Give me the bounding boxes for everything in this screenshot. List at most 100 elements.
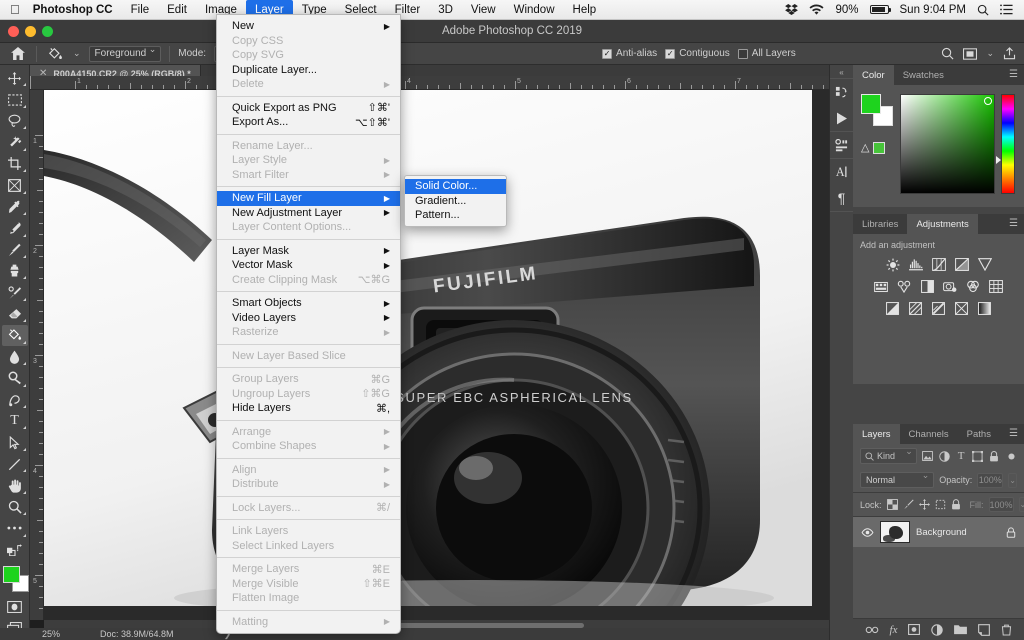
frame-tool[interactable] <box>2 175 28 195</box>
menu-item-video-layers[interactable]: Video Layers ▶ <box>217 311 400 326</box>
new-fill-layer-submenu[interactable]: Solid Color... Gradient... Pattern... <box>404 175 507 227</box>
adjustment-filter-icon[interactable] <box>939 450 951 462</box>
home-icon[interactable] <box>8 45 28 63</box>
smart-object-filter-icon[interactable] <box>989 450 1001 462</box>
workspace-icon[interactable] <box>963 47 978 60</box>
close-window-button[interactable] <box>8 26 19 37</box>
layer-style-icon[interactable]: fx <box>890 624 898 636</box>
brush-tool[interactable] <box>2 240 28 260</box>
healing-brush-tool[interactable] <box>2 218 28 238</box>
character-panel-icon[interactable]: A <box>831 159 853 185</box>
color-panel-swatches[interactable] <box>861 94 895 126</box>
layer-kind-filter[interactable]: Kind <box>860 446 917 464</box>
color-lookup-icon[interactable] <box>988 279 1004 294</box>
hue-slider[interactable] <box>996 94 1015 194</box>
lock-artboard-icon[interactable] <box>935 499 946 510</box>
document-image[interactable]: FUJIFILM X <box>44 90 812 606</box>
lock-icon[interactable] <box>1006 526 1016 538</box>
type-filter-icon[interactable]: T <box>955 450 967 462</box>
tab-paths[interactable]: Paths <box>957 424 1000 444</box>
eyedropper-tool[interactable] <box>2 197 28 217</box>
dodge-tool[interactable] <box>2 368 28 388</box>
posterize-icon[interactable] <box>908 301 924 316</box>
levels-icon[interactable] <box>908 257 924 272</box>
gamut-warning[interactable]: △ <box>861 141 886 154</box>
brightness-contrast-icon[interactable] <box>885 257 901 272</box>
fill-stepper[interactable]: ⌄ <box>1018 497 1024 512</box>
opacity-stepper[interactable]: ⌄ <box>1008 472 1017 488</box>
black-white-icon[interactable] <box>919 279 935 294</box>
eye-icon[interactable] <box>861 527 874 537</box>
pen-tool[interactable] <box>2 390 28 410</box>
link-layers-icon[interactable] <box>865 626 879 634</box>
zoom-level[interactable]: 25% <box>42 629 60 639</box>
properties-panel-icon[interactable] <box>831 132 853 158</box>
clock-label[interactable]: Sun 9:04 PM <box>900 2 966 18</box>
menu-item-layer-mask[interactable]: Layer Mask ▶ <box>217 244 400 259</box>
path-selection-tool[interactable] <box>2 432 28 452</box>
shape-filter-icon[interactable] <box>972 450 984 462</box>
photo-filter-icon[interactable] <box>942 279 958 294</box>
menu-file[interactable]: File <box>122 0 159 20</box>
marquee-tool[interactable] <box>2 89 28 109</box>
menu-item-smart-objects[interactable]: Smart Objects ▶ <box>217 296 400 311</box>
lock-all-icon[interactable] <box>951 499 961 510</box>
edit-toolbar-button[interactable] <box>2 518 28 538</box>
type-tool[interactable]: T <box>2 411 28 431</box>
apple-icon[interactable]:  <box>0 3 31 16</box>
submenu-item-gradient[interactable]: Gradient... <box>405 194 506 209</box>
panel-menu-icon[interactable]: ☰ <box>1009 429 1018 439</box>
hue-saturation-icon[interactable] <box>873 279 889 294</box>
app-name-menu[interactable]: Photoshop CC <box>31 0 122 20</box>
gamut-swatch[interactable] <box>873 141 886 154</box>
color-field[interactable] <box>900 94 995 194</box>
tab-adjustments[interactable]: Adjustments <box>907 214 978 234</box>
lasso-tool[interactable] <box>2 111 28 131</box>
fill-source-dropdown[interactable]: Foreground <box>88 44 162 62</box>
menu-item-new-fill-layer[interactable]: New Fill Layer ▶ <box>217 191 400 206</box>
tab-color[interactable]: Color <box>853 65 894 85</box>
minimize-window-button[interactable] <box>25 26 36 37</box>
fill-value[interactable]: 100% <box>988 497 1014 512</box>
layer-menu-dropdown[interactable]: New ▶ Copy CSS Copy SVG Duplicate Layer..… <box>216 14 401 634</box>
submenu-item-pattern[interactable]: Pattern... <box>405 208 506 223</box>
contiguous-checkbox[interactable]: ✓ Contiguous <box>665 48 730 59</box>
search-icon[interactable] <box>941 47 954 60</box>
threshold-icon[interactable] <box>931 301 947 316</box>
menu-window[interactable]: Window <box>505 0 564 20</box>
foreground-color-swatch[interactable] <box>861 94 881 114</box>
new-group-icon[interactable] <box>954 624 968 635</box>
vibrance-icon[interactable] <box>977 257 993 272</box>
tab-channels[interactable]: Channels <box>899 424 958 444</box>
pixel-filter-icon[interactable] <box>922 451 934 461</box>
gradient-map-icon[interactable] <box>977 301 993 316</box>
actions-panel-icon[interactable] <box>831 105 853 131</box>
selective-color-icon[interactable] <box>954 301 970 316</box>
lock-image-icon[interactable] <box>903 499 914 510</box>
paint-bucket-icon[interactable] <box>45 45 65 63</box>
zoom-window-button[interactable] <box>42 26 53 37</box>
canvas-area[interactable]: FUJIFILM X <box>44 90 853 620</box>
tab-libraries[interactable]: Libraries <box>853 214 908 234</box>
layer-blend-mode-dropdown[interactable]: Normal <box>860 470 935 488</box>
menu-item-new[interactable]: New ▶ <box>217 19 400 34</box>
menu-item-duplicate-layer[interactable]: Duplicate Layer... <box>217 63 400 78</box>
menu-edit[interactable]: Edit <box>158 0 196 20</box>
menu-3d[interactable]: 3D <box>429 0 462 20</box>
filter-toggle-icon[interactable] <box>1005 452 1017 461</box>
history-panel-icon[interactable] <box>831 79 853 105</box>
zoom-tool[interactable] <box>2 497 28 517</box>
menu-view[interactable]: View <box>462 0 505 20</box>
battery-icon[interactable] <box>869 5 891 14</box>
hue-slider-marker[interactable] <box>996 155 1001 164</box>
menu-help[interactable]: Help <box>564 0 606 20</box>
add-mask-icon[interactable] <box>908 624 921 635</box>
tab-swatches[interactable]: Swatches <box>893 65 953 85</box>
share-icon[interactable] <box>1003 47 1016 60</box>
opacity-value[interactable]: 100% <box>977 472 1004 488</box>
menu-item-vector-mask[interactable]: Vector Mask ▶ <box>217 258 400 273</box>
color-balance-icon[interactable] <box>896 279 912 294</box>
anti-alias-checkbox[interactable]: ✓ Anti-alias <box>602 48 657 59</box>
list-icon[interactable] <box>1000 4 1013 15</box>
lock-transparent-icon[interactable] <box>886 499 898 510</box>
